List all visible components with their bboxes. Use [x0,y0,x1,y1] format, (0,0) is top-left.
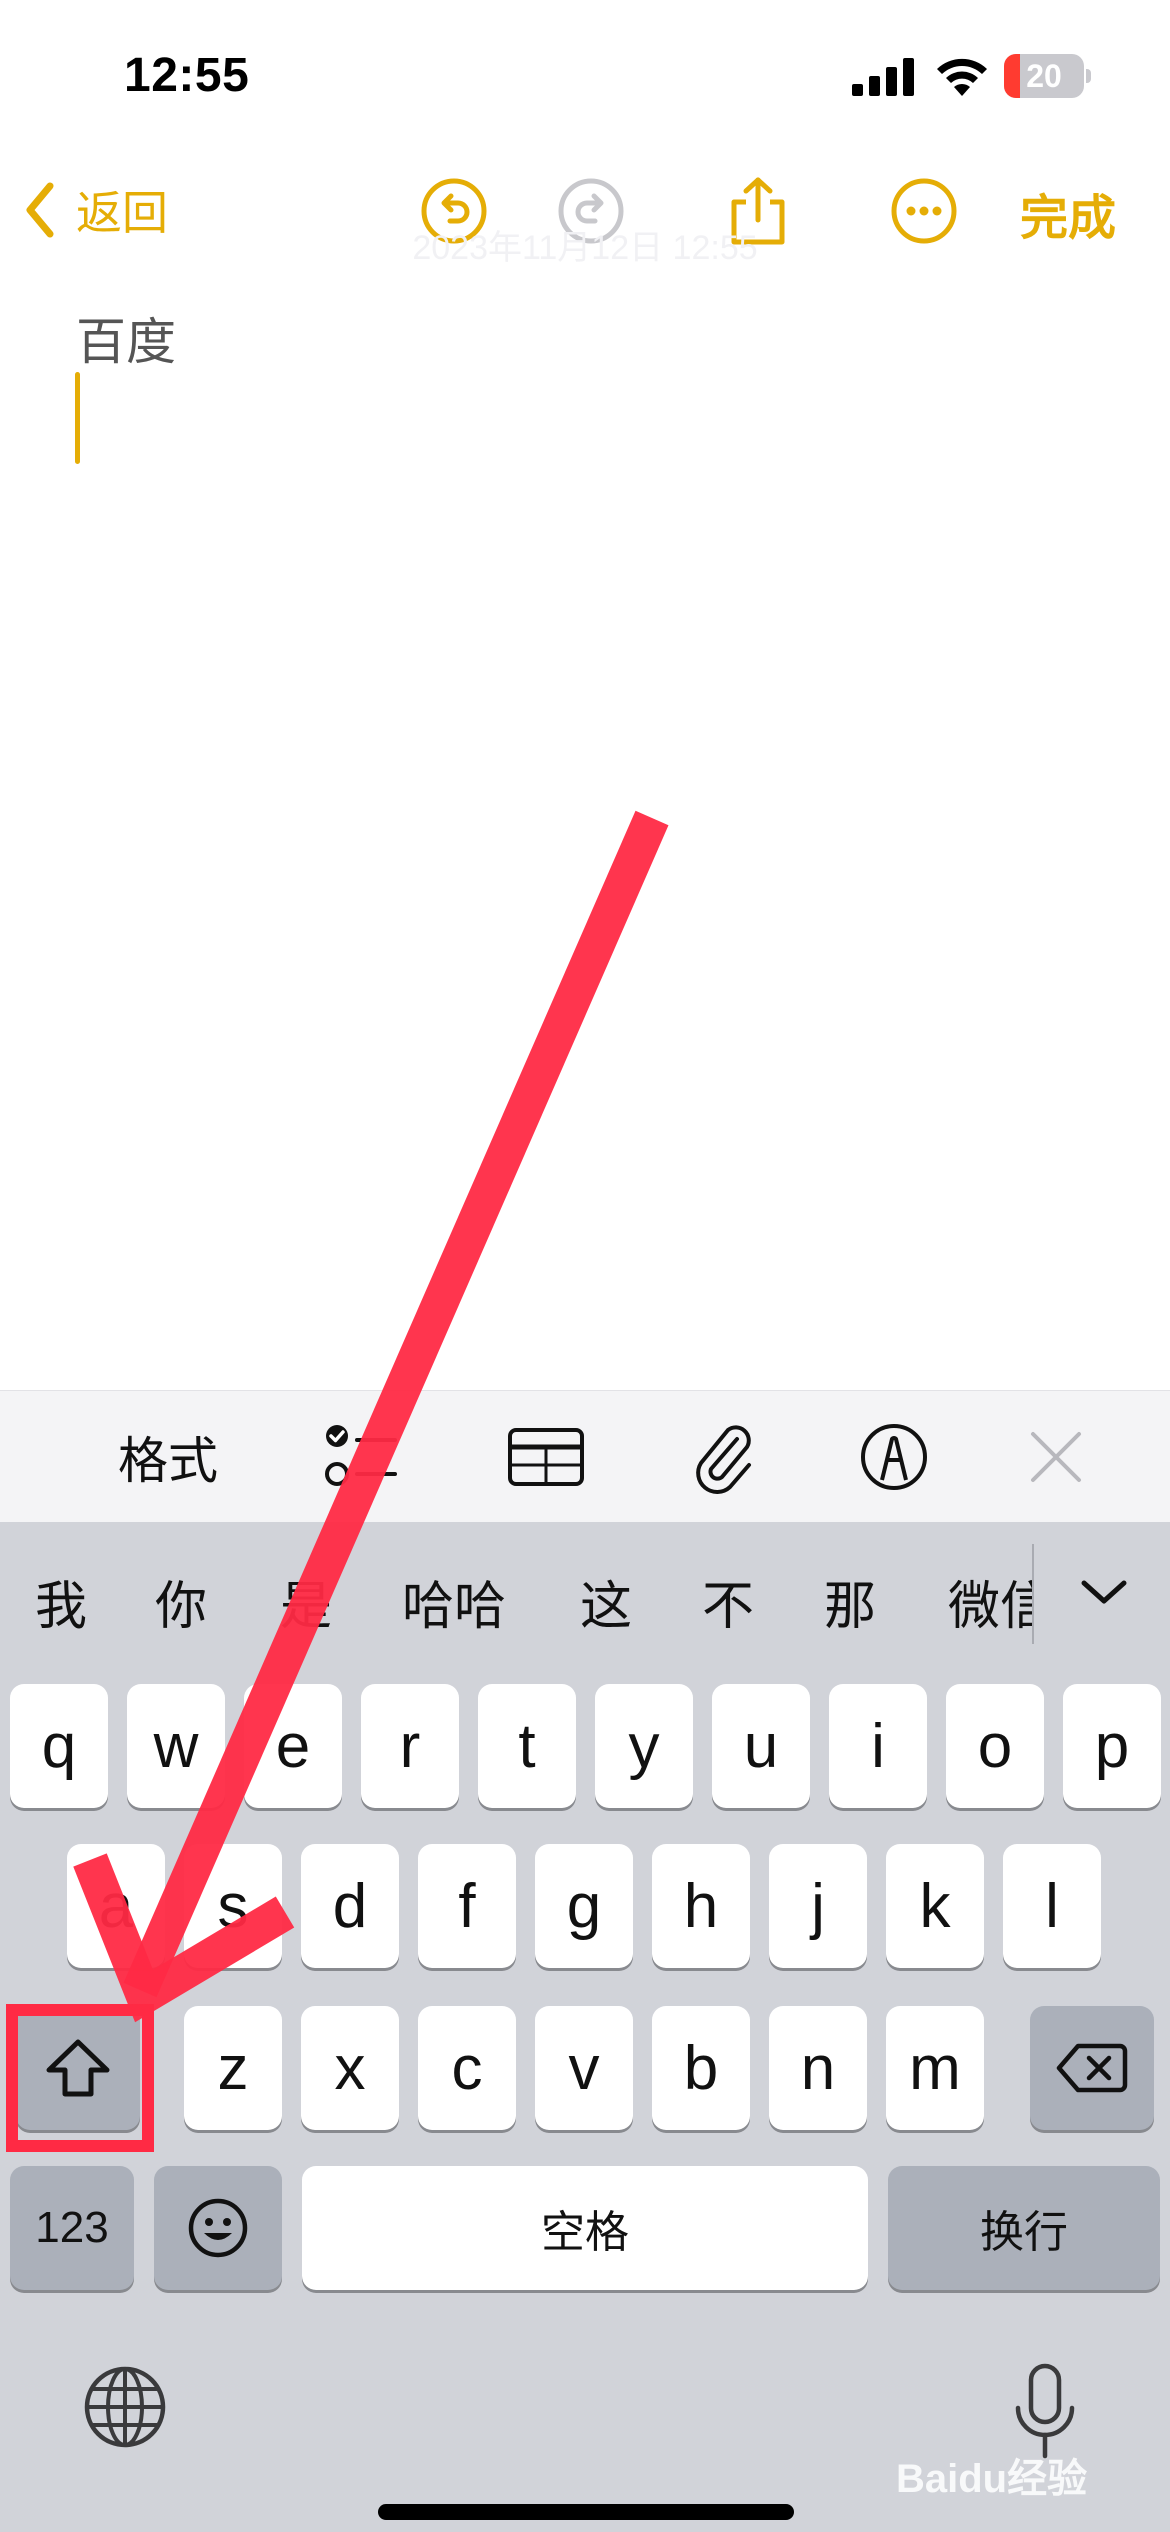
key-v[interactable]: v [535,2006,633,2130]
key-o[interactable]: o [946,1684,1044,1808]
cellular-signal-icon [852,58,914,96]
markup-icon [861,1424,927,1490]
key-w[interactable]: w [127,1684,225,1808]
key-n[interactable]: n [769,2006,867,2130]
table-icon [508,1428,584,1486]
attachment-icon [696,1425,751,1494]
back-label: 返回 [76,187,168,239]
key-p[interactable]: p [1063,1684,1161,1808]
key-i[interactable]: i [829,1684,927,1808]
text-caret [75,372,80,464]
key-l[interactable]: l [1003,1844,1101,1968]
shift-key[interactable] [16,2006,140,2130]
chevron-left-icon [26,182,54,238]
battery-icon: 20 [1004,54,1091,98]
delete-icon [1056,2043,1128,2093]
watermark: Baidu经验 [896,2457,1088,2501]
home-indicator[interactable] [378,2504,794,2520]
key-b[interactable]: b [652,2006,750,2130]
candidate-word[interactable]: 不 [702,1564,754,1639]
format-button[interactable]: 格式 [100,1391,236,1523]
keyboard: 我 你 是 哈哈 这 不 那 微信 q w e r t y u i o p a … [0,1522,1170,2532]
shift-icon [46,2039,110,2097]
numbers-key[interactable]: 123 [10,2166,134,2290]
key-h[interactable]: h [652,1844,750,1968]
checklist-icon [325,1425,397,1486]
key-r[interactable]: r [361,1684,459,1808]
chevron-down-icon[interactable] [1078,1566,1130,1618]
key-y[interactable]: y [595,1684,693,1808]
key-f[interactable]: f [418,1844,516,1968]
markup-button[interactable] [852,1391,936,1523]
back-button[interactable]: 返回 [24,172,168,248]
candidate-word[interactable]: 这 [580,1564,632,1639]
emoji-key[interactable] [154,2166,282,2290]
key-j[interactable]: j [769,1844,867,1968]
candidate-word[interactable]: 我 [35,1564,87,1639]
space-key[interactable]: 空格 [302,2166,868,2290]
status-time: 12:55 [124,49,250,102]
key-s[interactable]: s [184,1844,282,1968]
note-date: 2023年11月12日 12:55 [412,229,758,267]
note-text[interactable]: 百度 [76,302,176,374]
close-icon [1031,1432,1081,1482]
key-c[interactable]: c [418,2006,516,2130]
globe-icon[interactable] [80,2362,170,2452]
key-k[interactable]: k [886,1844,984,1968]
candidate-word[interactable]: 哈哈 [402,1564,506,1639]
emoji-icon [188,2198,248,2258]
table-button[interactable] [500,1391,592,1523]
checklist-button[interactable] [316,1391,406,1523]
candidate-word[interactable]: 是 [280,1564,332,1639]
key-u[interactable]: u [712,1684,810,1808]
key-m[interactable]: m [886,2006,984,2130]
key-g[interactable]: g [535,1844,633,1968]
battery-level: 20 [1026,58,1062,94]
done-button[interactable]: 完成 [1020,178,1116,248]
candidate-word[interactable]: 微信 [948,1564,1034,1639]
more-icon [891,178,957,244]
candidate-word[interactable]: 你 [155,1564,207,1639]
wifi-icon [937,58,987,96]
close-toolbar-button[interactable] [1016,1391,1096,1523]
key-d[interactable]: d [301,1844,399,1968]
candidate-word[interactable]: 那 [824,1564,876,1639]
attachment-button[interactable] [682,1391,766,1523]
candidate-divider [1032,1544,1034,1644]
format-toolbar: 格式 [0,1390,1170,1522]
more-button[interactable] [889,176,959,246]
return-key[interactable]: 换行 [888,2166,1160,2290]
key-a[interactable]: a [67,1844,165,1968]
key-x[interactable]: x [301,2006,399,2130]
key-q[interactable]: q [10,1684,108,1808]
key-z[interactable]: z [184,2006,282,2130]
format-label: 格式 [118,1433,218,1489]
status-bar: 12:55 20 [0,0,1170,150]
candidate-bar: 我 你 是 哈哈 这 不 那 微信 [0,1522,1170,1662]
delete-key[interactable] [1030,2006,1154,2130]
key-t[interactable]: t [478,1684,576,1808]
key-e[interactable]: e [244,1684,342,1808]
